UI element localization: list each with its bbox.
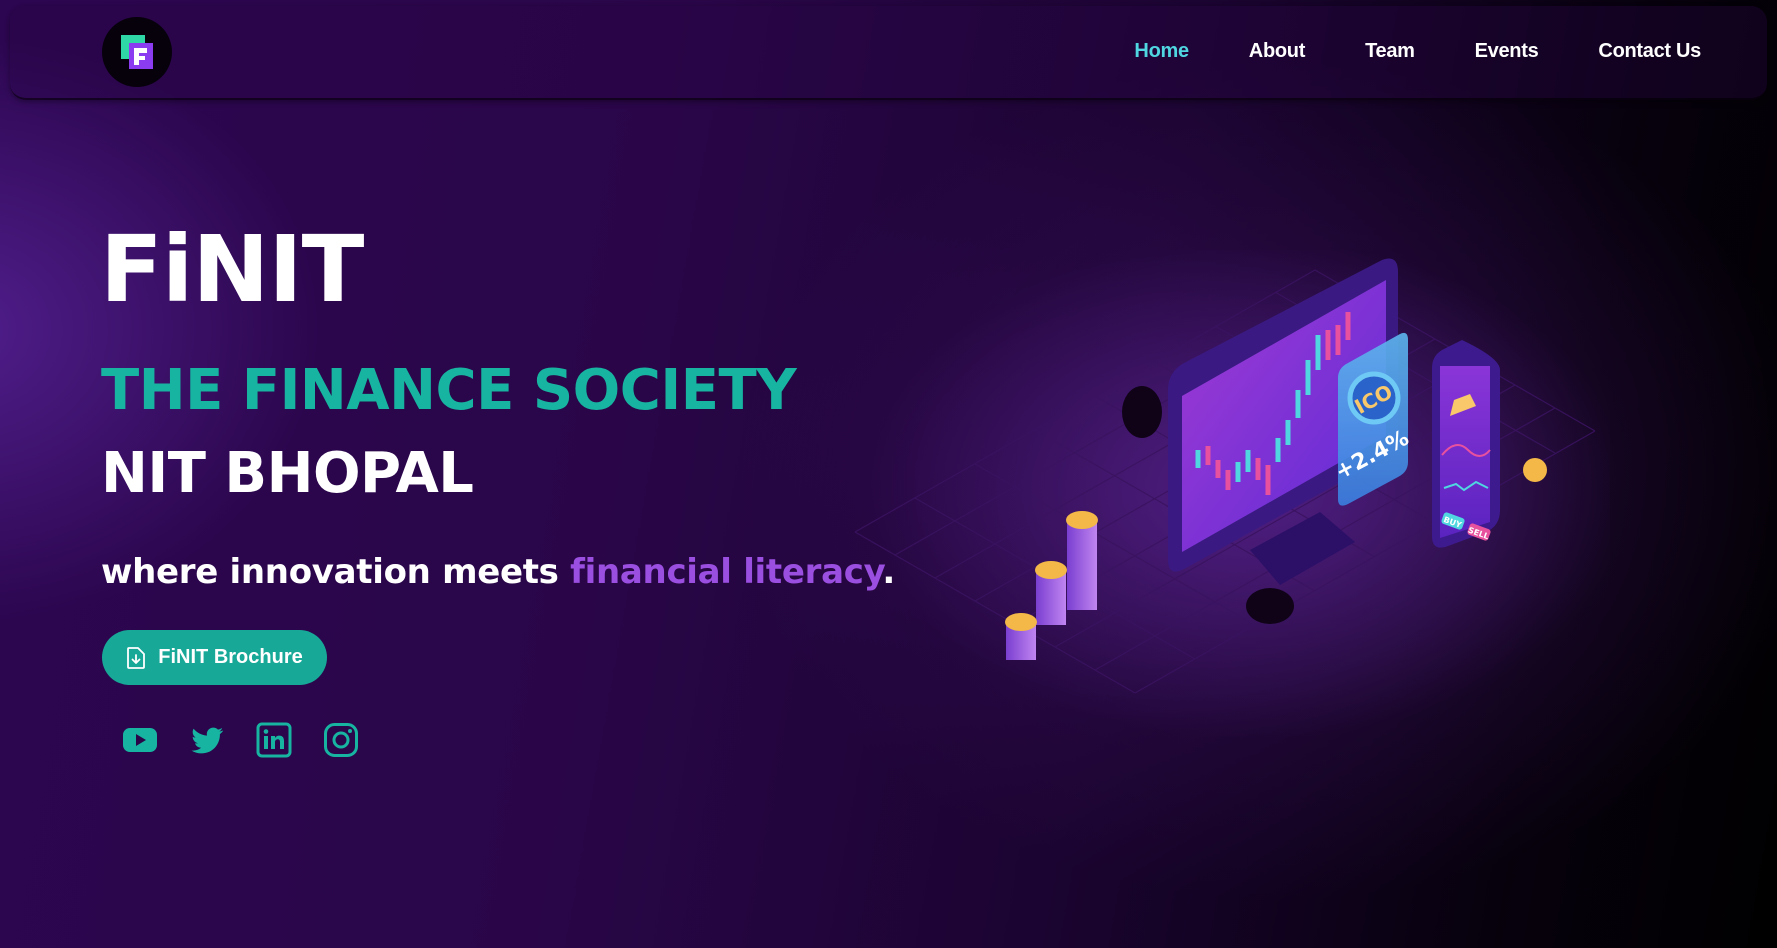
twitter-link[interactable] [189, 722, 225, 758]
social-links [122, 722, 359, 758]
linkedin-link[interactable] [256, 722, 292, 758]
hero-subtitle-college: NIT BHOPAL [101, 441, 474, 506]
tagline-accent: financial literacy [570, 552, 883, 592]
youtube-icon [123, 728, 157, 752]
youtube-link[interactable] [122, 722, 158, 758]
nav-contact-us[interactable]: Contact Us [1598, 40, 1701, 63]
hero-title: FiNIT [100, 216, 364, 323]
finit-logo-icon [121, 35, 153, 69]
finit-logo[interactable] [102, 17, 172, 87]
twitter-icon [191, 727, 224, 754]
file-download-icon [127, 646, 146, 669]
instagram-icon [324, 723, 358, 757]
instagram-link[interactable] [323, 722, 359, 758]
phone-screen [1440, 366, 1490, 538]
finance-illustration: ICO +2.4% BUY SELL [854, 250, 1610, 740]
brochure-button-label: FiNIT Brochure [158, 646, 303, 668]
brochure-button[interactable]: FiNIT Brochure [102, 630, 327, 685]
nav-about[interactable]: About [1249, 40, 1306, 63]
hero-subtitle-society: THE FINANCE SOCIETY [101, 358, 797, 423]
floating-coin [1523, 458, 1547, 482]
nav-team[interactable]: Team [1365, 40, 1415, 63]
nav-events[interactable]: Events [1475, 40, 1539, 63]
main-nav: Home About Team Events Contact Us [1134, 40, 1701, 63]
tagline: where innovation meets financial literac… [101, 552, 895, 592]
tagline-start: where innovation meets [101, 552, 571, 592]
linkedin-icon [256, 722, 292, 758]
nav-home[interactable]: Home [1134, 40, 1189, 63]
